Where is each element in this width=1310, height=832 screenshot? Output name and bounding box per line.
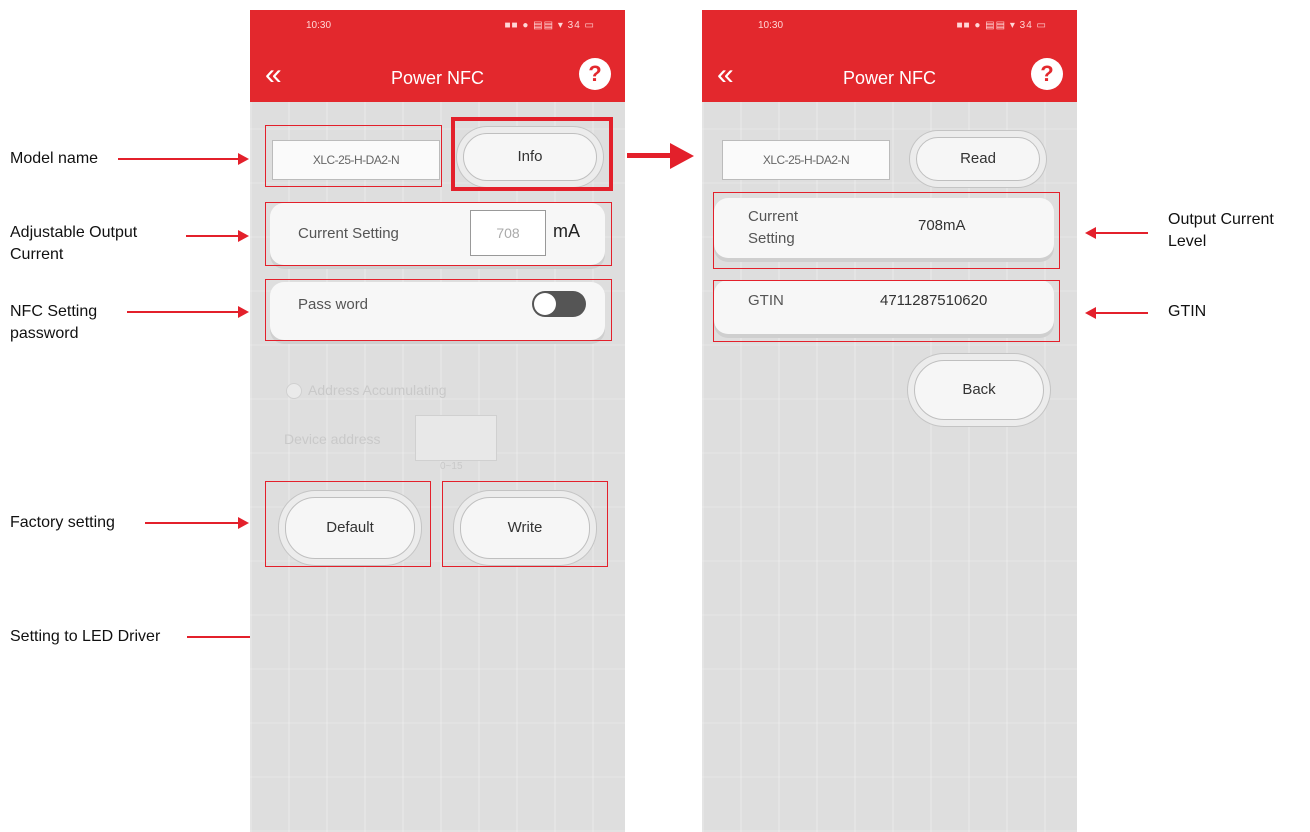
status-icons: ■■ ● ▤▤ ▾ 34 ▭ — [956, 20, 1047, 31]
status-bar: 10:30 ■■ ● ▤▤ ▾ 34 ▭ — [702, 10, 1077, 50]
annotation-line — [1096, 312, 1148, 314]
annotation-line2: Current — [10, 246, 64, 263]
arrow-right-icon — [238, 306, 249, 318]
annotation-factory-setting: Factory setting — [10, 514, 115, 531]
annotation-adjustable-output: Adjustable Output Current — [10, 222, 137, 266]
device-address-label: Device address — [284, 431, 381, 447]
highlight-current-setting — [265, 202, 612, 266]
status-time: 10:30 — [758, 20, 784, 31]
status-bar: 10:30 ■■ ● ▤▤ ▾ 34 ▭ — [250, 10, 625, 50]
annotation-line2: password — [10, 325, 79, 342]
annotation-line — [118, 158, 238, 160]
arrow-right-icon — [238, 153, 249, 165]
annotation-model-name: Model name — [10, 150, 99, 167]
right-phone-screen: 10:30 ■■ ● ▤▤ ▾ 34 ▭ « Power NFC ? XLC-2… — [702, 10, 1077, 832]
annotation-line1: Adjustable Output — [10, 224, 138, 241]
annotation-line1: Output Current — [1168, 211, 1274, 228]
arrow-right-icon — [238, 517, 249, 529]
help-icon[interactable]: ? — [579, 58, 611, 90]
annotation-setting-to-led: Setting to LED Driver — [10, 628, 161, 645]
annotation-line — [1096, 232, 1148, 234]
status-time: 10:30 — [306, 20, 332, 31]
highlight-password — [265, 279, 612, 341]
arrow-left-icon — [1085, 227, 1096, 239]
annotation-line2: Level — [1168, 233, 1207, 250]
device-address-range: 0~15 — [440, 461, 463, 472]
annotation-output-current: Output Current Level — [1168, 209, 1274, 253]
arrow-right-icon — [670, 143, 694, 169]
arrow-right-icon — [238, 230, 249, 242]
annotation-line — [186, 235, 238, 237]
model-name-field[interactable]: XLC-25-H-DA2-N — [722, 140, 890, 180]
read-button[interactable]: Read — [916, 137, 1040, 181]
highlight-model-name — [265, 125, 442, 187]
highlight-info-button — [451, 117, 613, 191]
annotation-nfc-setting: NFC Setting password — [10, 301, 97, 345]
help-icon[interactable]: ? — [1031, 58, 1063, 90]
device-address-input[interactable] — [415, 415, 497, 461]
highlight-default — [265, 481, 431, 567]
arrow-left-icon — [1085, 307, 1096, 319]
annotation-gtin: GTIN — [1168, 303, 1207, 320]
highlight-output-current — [713, 192, 1060, 269]
annotation-line — [145, 522, 238, 524]
title-bar: « Power NFC ? — [250, 50, 625, 102]
title-bar: « Power NFC ? — [702, 50, 1077, 102]
page-title: Power NFC — [390, 68, 484, 88]
transition-arrow-shaft — [627, 153, 675, 158]
address-accumulating-label: Address Accumulating — [308, 382, 447, 398]
back-button[interactable]: Back — [914, 360, 1044, 420]
page-title: Power NFC — [842, 68, 936, 88]
highlight-gtin — [713, 280, 1060, 342]
highlight-write — [442, 481, 608, 567]
annotation-line1: NFC Setting — [10, 303, 98, 320]
address-accumulating-radio[interactable] — [286, 383, 302, 399]
status-icons: ■■ ● ▤▤ ▾ 34 ▭ — [504, 20, 595, 31]
annotation-line — [127, 311, 238, 313]
